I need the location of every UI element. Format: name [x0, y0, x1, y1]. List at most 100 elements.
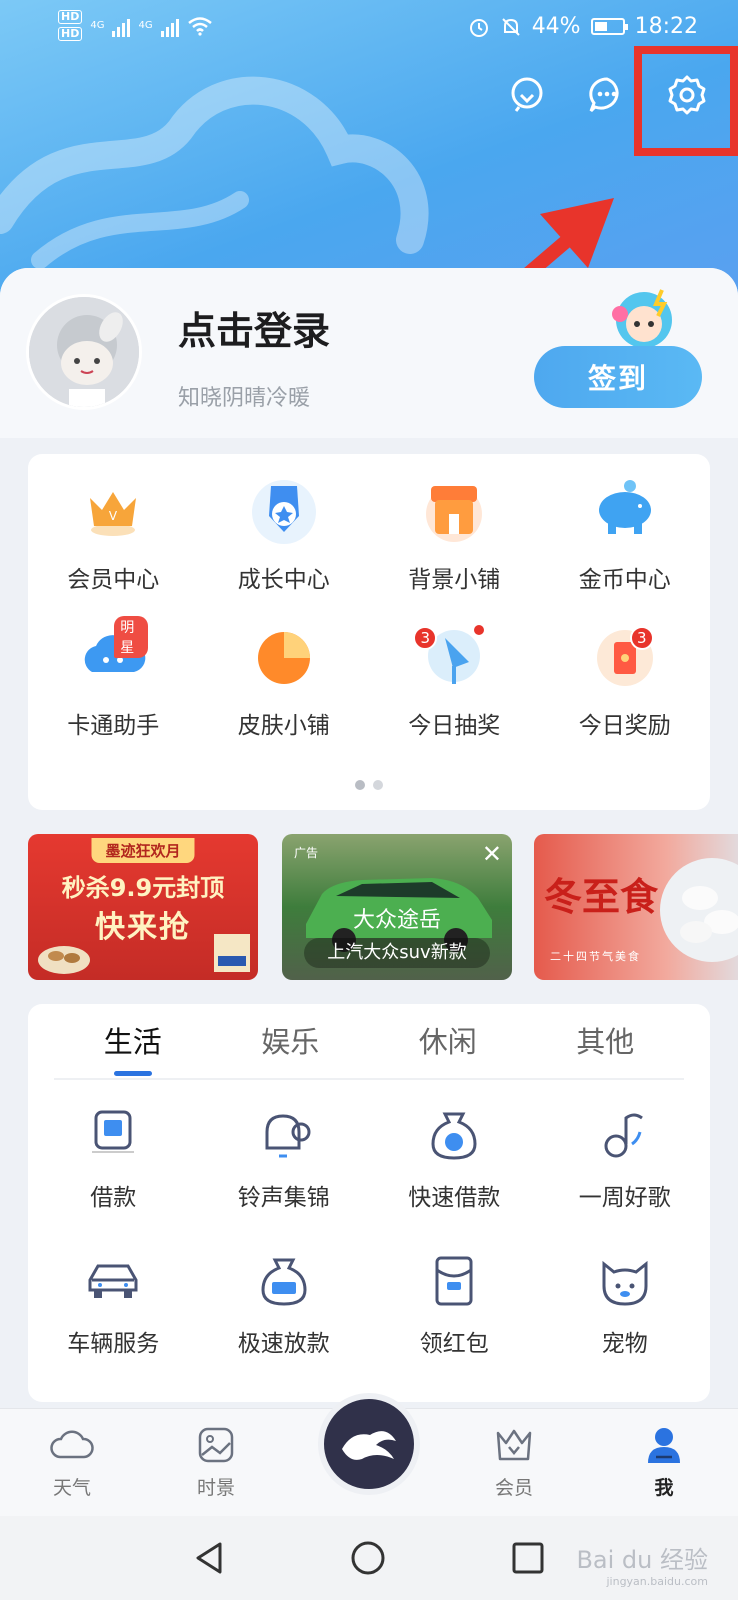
category-fast-loan[interactable]: 快速借款 — [369, 1090, 540, 1236]
service-label: 皮肤小铺 — [237, 713, 330, 739]
medal-icon — [249, 476, 319, 546]
banner-carousel: 墨迹狂欢月 秒杀9.9元封顶 快来抢 广告 ✕ 大众途岳 上汽大众suv新款 冬… — [28, 834, 738, 980]
service-skin-shop[interactable]: 皮肤小铺 — [199, 600, 370, 746]
pet-icon — [594, 1250, 656, 1312]
profile-card: 点击登录 知晓阴晴冷暖 签到 — [0, 268, 738, 438]
nav-me[interactable]: 我 — [614, 1421, 714, 1500]
recents-icon[interactable] — [508, 1538, 548, 1578]
service-label: 会员中心 — [67, 567, 160, 593]
service-background-shop[interactable]: 背景小铺 — [369, 454, 540, 600]
category-tabs: 生活 娱乐 休闲 其他 — [54, 1004, 684, 1080]
swirl-cloud-icon — [342, 1431, 396, 1460]
pie-icon — [249, 622, 319, 692]
tab-leisure[interactable]: 休闲 — [369, 1004, 527, 1078]
dumplings-image — [660, 858, 738, 962]
profile-subtitle: 知晓阴晴冷暖 — [178, 386, 311, 411]
back-icon[interactable] — [190, 1538, 230, 1578]
watermark-text: Bai du 经验 — [576, 1546, 708, 1574]
service-daily-reward[interactable]: 3 今日奖励 — [540, 600, 711, 746]
tab-other[interactable]: 其他 — [527, 1004, 685, 1078]
service-daily-lottery[interactable]: 3 今日抽奖 — [369, 600, 540, 746]
svg-text:V: V — [109, 509, 118, 523]
car-icon — [82, 1250, 144, 1312]
service-member-center[interactable]: V 会员中心 — [28, 454, 199, 600]
service-label: 金币中心 — [578, 567, 671, 593]
category-ringtones[interactable]: 铃声集锦 — [199, 1090, 370, 1236]
settings-highlight-box — [634, 46, 738, 156]
cartoon-cloud-icon: 明星 — [78, 616, 149, 692]
count-badge: 3 — [629, 626, 654, 650]
nav-membership[interactable]: 会员 — [464, 1421, 564, 1500]
category-label: 借款 — [90, 1185, 137, 1211]
nav-label: 我 — [654, 1477, 674, 1499]
banner-ad-car[interactable]: 广告 ✕ 大众途岳 上汽大众suv新款 — [282, 834, 512, 980]
banner-subtitle: 二十四节气美食 — [550, 950, 641, 963]
home-icon[interactable] — [348, 1538, 388, 1578]
watermark-url: jingyan.baidu.com — [606, 1575, 708, 1588]
category-label: 车辆服务 — [67, 1331, 160, 1357]
nav-scenery[interactable]: 时景 — [166, 1421, 266, 1500]
hd-badge: HD — [58, 10, 83, 24]
crown-icon: V — [78, 476, 148, 546]
category-red-packet[interactable]: 领红包 — [369, 1236, 540, 1382]
banner-badge: 墨迹狂欢月 — [91, 838, 195, 863]
clock: 18:22 — [634, 14, 698, 39]
cloud-icon — [48, 1421, 96, 1469]
lightbulb-icon[interactable] — [504, 72, 550, 118]
crown-v-icon — [490, 1421, 538, 1469]
bottom-nav: 天气 时景 会员 我 — [0, 1393, 738, 1516]
category-label: 领红包 — [419, 1331, 489, 1357]
banner-title: 冬至食 — [544, 874, 659, 919]
banner-sale[interactable]: 墨迹狂欢月 秒杀9.9元封顶 快来抢 — [28, 834, 258, 980]
shop-icon — [419, 476, 489, 546]
service-growth-center[interactable]: 成长中心 — [199, 454, 370, 600]
category-label: 一周好歌 — [578, 1185, 671, 1211]
checkin-button[interactable]: 签到 — [534, 346, 702, 408]
tab-life[interactable]: 生活 — [54, 1004, 212, 1078]
ad-label: 广告 — [294, 846, 319, 860]
cloud-decoration — [0, 76, 429, 269]
mascot-icon — [612, 289, 672, 348]
chat-icon[interactable] — [584, 72, 630, 118]
banner-winter-food[interactable]: 冬至食 二十四节气美食 — [534, 834, 738, 980]
banner-subtitle: 上汽大众suv新款 — [304, 938, 490, 968]
login-title[interactable]: 点击登录 — [178, 300, 330, 355]
network-type: 4G — [90, 20, 105, 31]
mute-bell-icon — [501, 17, 520, 36]
status-bar: HD HD 4G 4G 44% 18:22 — [0, 0, 738, 56]
fast-loan-icon — [253, 1250, 315, 1312]
battery-icon — [590, 18, 628, 35]
category-label: 极速放款 — [237, 1331, 330, 1357]
network-type: 4G — [138, 20, 153, 31]
loan-icon — [82, 1104, 144, 1166]
home-weather-button[interactable] — [318, 1393, 420, 1495]
piggy-bank-icon — [590, 476, 660, 546]
alarm-icon — [469, 18, 488, 37]
nav-weather[interactable]: 天气 — [22, 1421, 122, 1500]
red-envelope-icon: 3 — [590, 622, 660, 692]
service-label: 卡通助手 — [67, 713, 160, 739]
watermark: Bai du 经验 jingyan.baidu.com — [576, 1540, 708, 1588]
service-coin-center[interactable]: 金币中心 — [540, 454, 711, 600]
category-vehicle-service[interactable]: 车辆服务 — [28, 1236, 199, 1382]
banner-title: 大众途岳 — [352, 908, 441, 933]
category-pets[interactable]: 宠物 — [540, 1236, 711, 1382]
avatar[interactable] — [26, 294, 142, 410]
category-quick-disbursement[interactable]: 极速放款 — [199, 1236, 370, 1382]
nav-label: 会员 — [494, 1477, 533, 1499]
hd-badge: HD — [58, 27, 83, 41]
category-weekly-songs[interactable]: 一周好歌 — [540, 1090, 711, 1236]
star-tag: 明星 — [114, 616, 149, 658]
nav-label: 时景 — [196, 1477, 235, 1499]
service-label: 今日抽奖 — [408, 713, 501, 739]
category-label: 铃声集锦 — [237, 1185, 330, 1211]
service-label: 今日奖励 — [578, 713, 671, 739]
signal-icon — [160, 15, 179, 37]
service-cartoon-assistant[interactable]: 明星 卡通助手 — [28, 600, 199, 746]
product-box-image — [214, 934, 250, 972]
lottery-icon: 3 — [413, 622, 489, 692]
category-loan[interactable]: 借款 — [28, 1090, 199, 1236]
category-label: 快速借款 — [408, 1185, 501, 1211]
categories-panel: 生活 娱乐 休闲 其他 借款 铃声集锦 快速借款 一周好歌 车辆服务 极速放款 … — [28, 1004, 710, 1402]
tab-entertainment[interactable]: 娱乐 — [212, 1004, 370, 1078]
